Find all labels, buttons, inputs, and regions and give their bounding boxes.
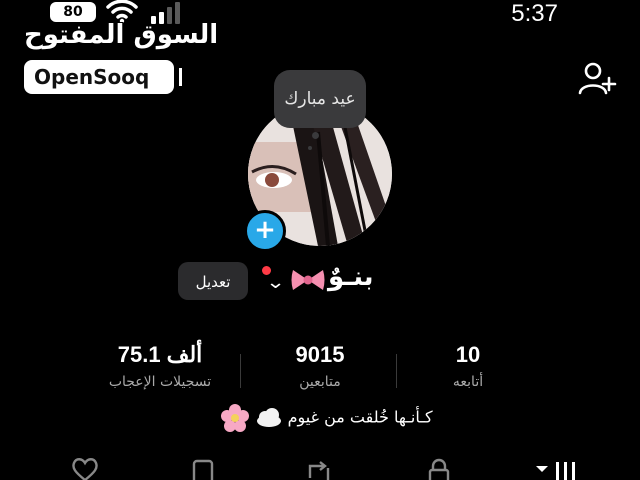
stat-likes[interactable]: 75.1 ألف تسجيلات الإعجاب — [90, 342, 230, 390]
chevron-down-icon[interactable]: ⌄ — [266, 272, 286, 293]
bubble-tail-dot-small — [308, 146, 312, 150]
stat-divider — [240, 354, 241, 388]
add-story-button[interactable]: + — [244, 210, 286, 252]
story-note-text: عيد مبارك — [284, 89, 356, 109]
bookmark-icon[interactable] — [188, 458, 218, 480]
watermark-english: OpenSooq — [34, 65, 150, 89]
battery-level: 80 — [63, 4, 83, 20]
watermark-arabic: السوق المفتوح — [24, 20, 219, 50]
stat-divider — [396, 354, 397, 388]
likes-label: تسجيلات الإعجاب — [108, 374, 212, 390]
bow-emoji-icon — [291, 270, 325, 290]
heart-icon[interactable] — [70, 458, 100, 480]
battery-icon: 80 — [50, 2, 96, 22]
edit-profile-button[interactable]: تعديل — [178, 262, 248, 300]
bio: كـأنـها خُلقت من غيوم — [212, 404, 442, 432]
username: بنـوٌ — [328, 262, 374, 292]
stat-followers[interactable]: 9015 متابعين — [250, 342, 390, 390]
status-time: 5:37 — [511, 0, 558, 27]
bubble-tail-dot — [312, 132, 319, 139]
likes-count: 75.1 ألف — [117, 342, 203, 367]
followers-count: 9015 — [295, 342, 345, 367]
stat-following[interactable]: 10 أتابعه — [398, 342, 538, 390]
cloud-emoji-icon — [256, 408, 281, 427]
story-note-bubble[interactable]: عيد مبارك — [274, 70, 366, 128]
watermark-logo: OpenSooq — [24, 60, 182, 94]
grid-icon[interactable] — [534, 458, 580, 480]
lock-icon[interactable] — [424, 458, 454, 480]
bio-text: كـأنـها خُلقت من غيوم — [287, 407, 433, 427]
following-count: 10 — [455, 342, 481, 367]
repost-icon[interactable] — [304, 458, 334, 480]
following-label: أتابعه — [452, 374, 484, 390]
add-user-icon[interactable] — [578, 60, 618, 98]
followers-label: متابعين — [299, 374, 341, 390]
blossom-emoji-icon — [221, 404, 250, 432]
